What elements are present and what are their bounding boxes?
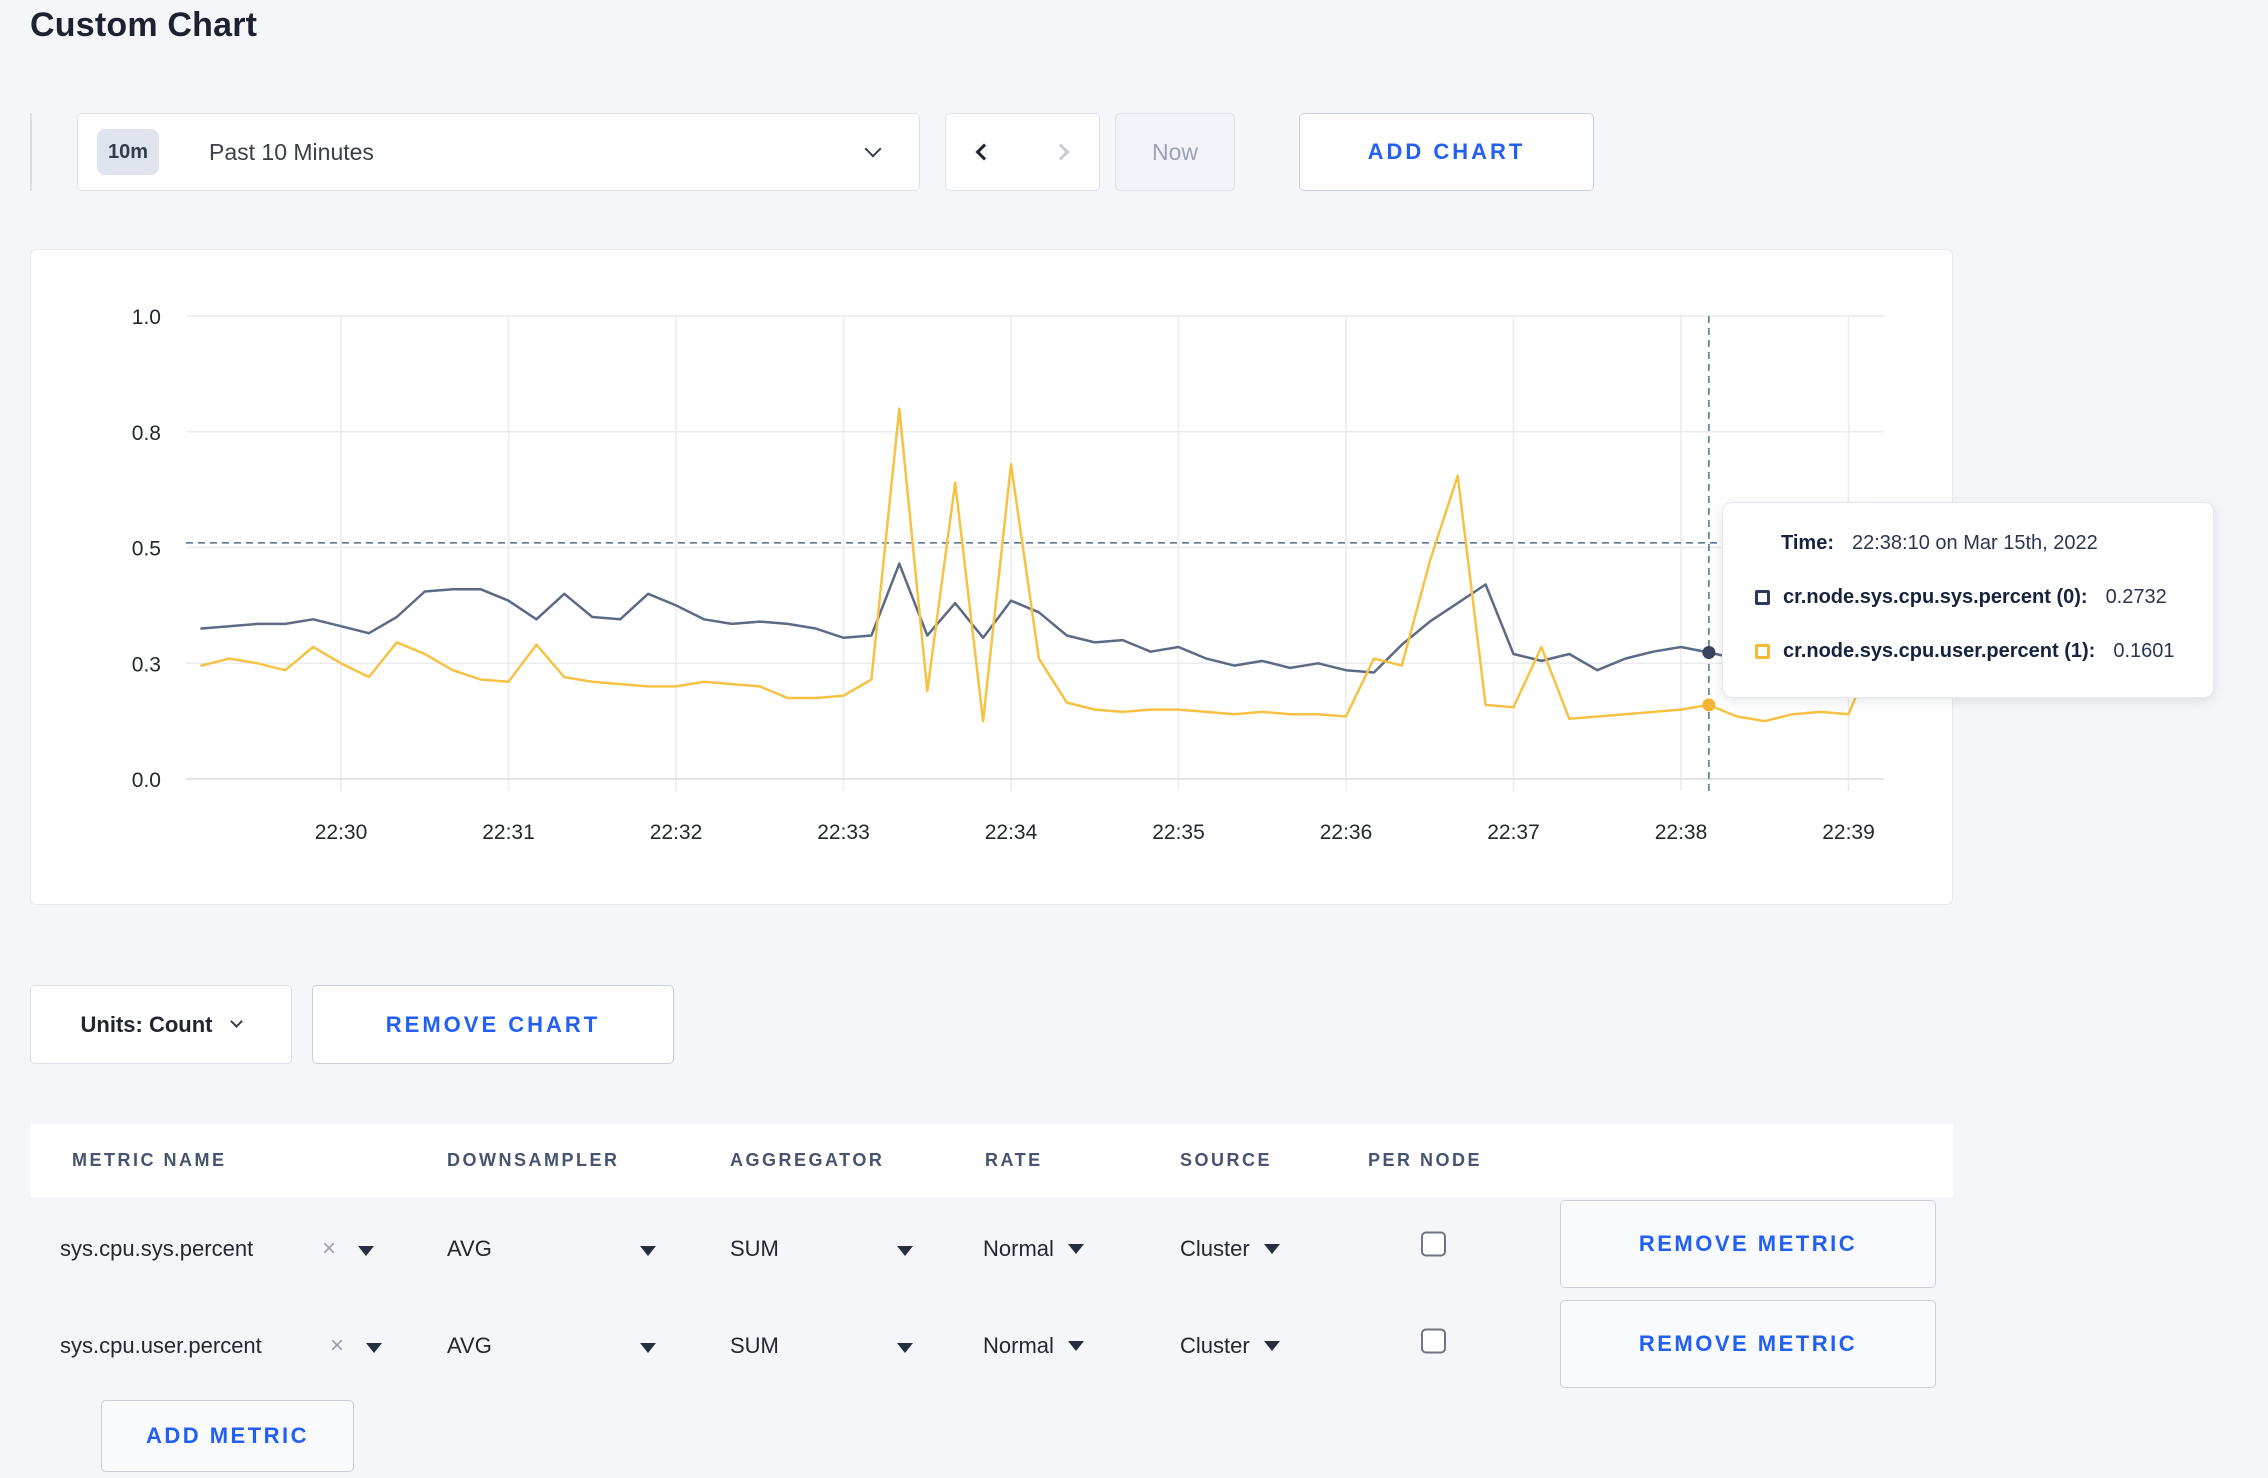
page-title: Custom Chart: [30, 6, 258, 44]
add-chart-button[interactable]: ADD CHART: [1299, 113, 1594, 191]
source-value: Cluster: [1180, 1236, 1250, 1261]
rate-value: Normal: [983, 1333, 1054, 1358]
chevron-right-icon: [1052, 143, 1069, 161]
time-window-label: Past 10 Minutes: [209, 138, 374, 165]
dropdown-arrow-icon: [358, 1246, 374, 1256]
chevron-down-icon: [230, 1015, 244, 1028]
downsampler-dropdown-arrow[interactable]: [640, 1246, 656, 1256]
tooltip-series-row: cr.node.sys.cpu.user.percent (1): 0.1601: [1755, 631, 2199, 671]
units-dropdown[interactable]: Units: Count: [30, 985, 292, 1064]
svg-text:0.8: 0.8: [132, 422, 161, 445]
now-button[interactable]: Now: [1115, 113, 1235, 191]
svg-text:22:36: 22:36: [1320, 821, 1373, 844]
aggregator-dropdown[interactable]: SUM: [730, 1333, 779, 1359]
downsampler-dropdown[interactable]: AVG: [447, 1236, 492, 1262]
remove-tag-icon[interactable]: ×: [322, 1235, 336, 1263]
column-header-aggregator: AGGREGATOR: [730, 1150, 885, 1170]
svg-text:0.5: 0.5: [132, 538, 161, 561]
source-dropdown[interactable]: Cluster: [1180, 1333, 1280, 1359]
per-node-checkbox[interactable]: [1421, 1328, 1446, 1354]
tooltip-series-label: cr.node.sys.cpu.sys.percent (0):: [1783, 585, 2088, 608]
svg-text:22:32: 22:32: [650, 821, 703, 844]
dropdown-arrow-icon: [1263, 1244, 1280, 1254]
dropdown-arrow-icon: [366, 1343, 382, 1353]
time-window-badge: 10m: [97, 129, 159, 175]
tooltip-time-label: Time:: [1781, 531, 1834, 554]
tooltip-time-row: Time: 22:38:10 on Mar 15th, 2022: [1781, 523, 2199, 563]
add-metric-button[interactable]: ADD METRIC: [101, 1400, 354, 1472]
column-header-rate: RATE: [985, 1150, 1043, 1170]
tooltip-series-label: cr.node.sys.cpu.user.percent (1):: [1783, 639, 2096, 662]
svg-text:22:30: 22:30: [315, 821, 368, 844]
chart-card: 22:30 22:31 22:32 22:33 22:34 22:35 22:36 22:37…: [30, 249, 1953, 905]
metric-name-dropdown[interactable]: [358, 1246, 374, 1256]
dropdown-arrow-icon: [640, 1246, 656, 1256]
remove-tag-icon[interactable]: ×: [330, 1332, 344, 1360]
svg-text:22:34: 22:34: [985, 821, 1038, 844]
time-prev-button[interactable]: [945, 113, 1023, 191]
dropdown-arrow-icon: [1067, 1244, 1084, 1254]
time-window-dropdown[interactable]: 10m Past 10 Minutes: [77, 113, 920, 191]
chevron-down-icon: [864, 140, 882, 158]
tooltip-series-value: 0.2732: [2105, 585, 2167, 608]
svg-text:0.0: 0.0: [132, 769, 161, 792]
chevron-left-icon: [975, 143, 993, 161]
remove-chart-button[interactable]: REMOVE CHART: [312, 985, 674, 1064]
svg-text:22:35: 22:35: [1152, 821, 1205, 844]
tooltip-series-value: 0.1601: [2113, 639, 2175, 662]
dropdown-arrow-icon: [640, 1343, 656, 1353]
source-value: Cluster: [1180, 1333, 1250, 1358]
svg-text:22:37: 22:37: [1487, 821, 1540, 844]
toolbar-divider: [30, 113, 32, 191]
downsampler-dropdown[interactable]: AVG: [447, 1333, 492, 1359]
downsampler-dropdown-arrow[interactable]: [640, 1343, 656, 1353]
dropdown-arrow-icon: [897, 1246, 913, 1256]
column-header-per-node: PER NODE: [1368, 1150, 1483, 1170]
svg-text:22:38: 22:38: [1655, 821, 1708, 844]
chart-tooltip: Time: 22:38:10 on Mar 15th, 2022 cr.node…: [1722, 502, 2214, 698]
svg-text:22:33: 22:33: [817, 821, 870, 844]
rate-value: Normal: [983, 1236, 1054, 1261]
units-label: Units: Count: [80, 1011, 213, 1037]
column-header-source: SOURCE: [1180, 1150, 1273, 1170]
svg-text:0.3: 0.3: [132, 653, 161, 676]
series-swatch-icon: [1755, 643, 1770, 659]
rate-dropdown[interactable]: Normal: [983, 1333, 1084, 1359]
dropdown-arrow-icon: [1067, 1341, 1084, 1351]
aggregator-dropdown-arrow[interactable]: [897, 1246, 913, 1256]
svg-text:22:39: 22:39: [1822, 821, 1875, 844]
tooltip-time-value: 22:38:10 on Mar 15th, 2022: [1851, 531, 2098, 554]
aggregator-dropdown[interactable]: SUM: [730, 1236, 779, 1262]
remove-metric-button[interactable]: REMOVE METRIC: [1560, 1300, 1936, 1388]
metric-name-value[interactable]: sys.cpu.sys.percent: [60, 1236, 253, 1262]
metrics-table-header: METRIC NAME DOWNSAMPLER AGGREGATOR RATE …: [30, 1124, 1953, 1197]
remove-metric-button[interactable]: REMOVE METRIC: [1560, 1200, 1936, 1288]
series-swatch-icon: [1755, 589, 1770, 605]
column-header-metric-name: METRIC NAME: [72, 1150, 227, 1170]
aggregator-dropdown-arrow[interactable]: [897, 1343, 913, 1353]
per-node-checkbox[interactable]: [1421, 1231, 1446, 1257]
tooltip-series-row: cr.node.sys.cpu.sys.percent (0): 0.2732: [1755, 577, 2199, 617]
dropdown-arrow-icon: [1263, 1341, 1280, 1351]
column-header-downsampler: DOWNSAMPLER: [447, 1150, 620, 1170]
source-dropdown[interactable]: Cluster: [1180, 1236, 1280, 1262]
cpu-usage-chart[interactable]: 22:30 22:31 22:32 22:33 22:34 22:35 22:36 22:37…: [31, 250, 1952, 904]
custom-chart-page: Custom Chart 10m Past 10 Minutes Now ADD…: [0, 0, 2268, 1478]
metric-name-dropdown[interactable]: [366, 1343, 382, 1353]
rate-dropdown[interactable]: Normal: [983, 1236, 1084, 1262]
svg-text:1.0: 1.0: [132, 306, 161, 329]
time-next-button[interactable]: [1022, 113, 1100, 191]
dropdown-arrow-icon: [897, 1343, 913, 1353]
svg-text:22:31: 22:31: [482, 821, 535, 844]
metric-name-value[interactable]: sys.cpu.user.percent: [60, 1333, 262, 1359]
